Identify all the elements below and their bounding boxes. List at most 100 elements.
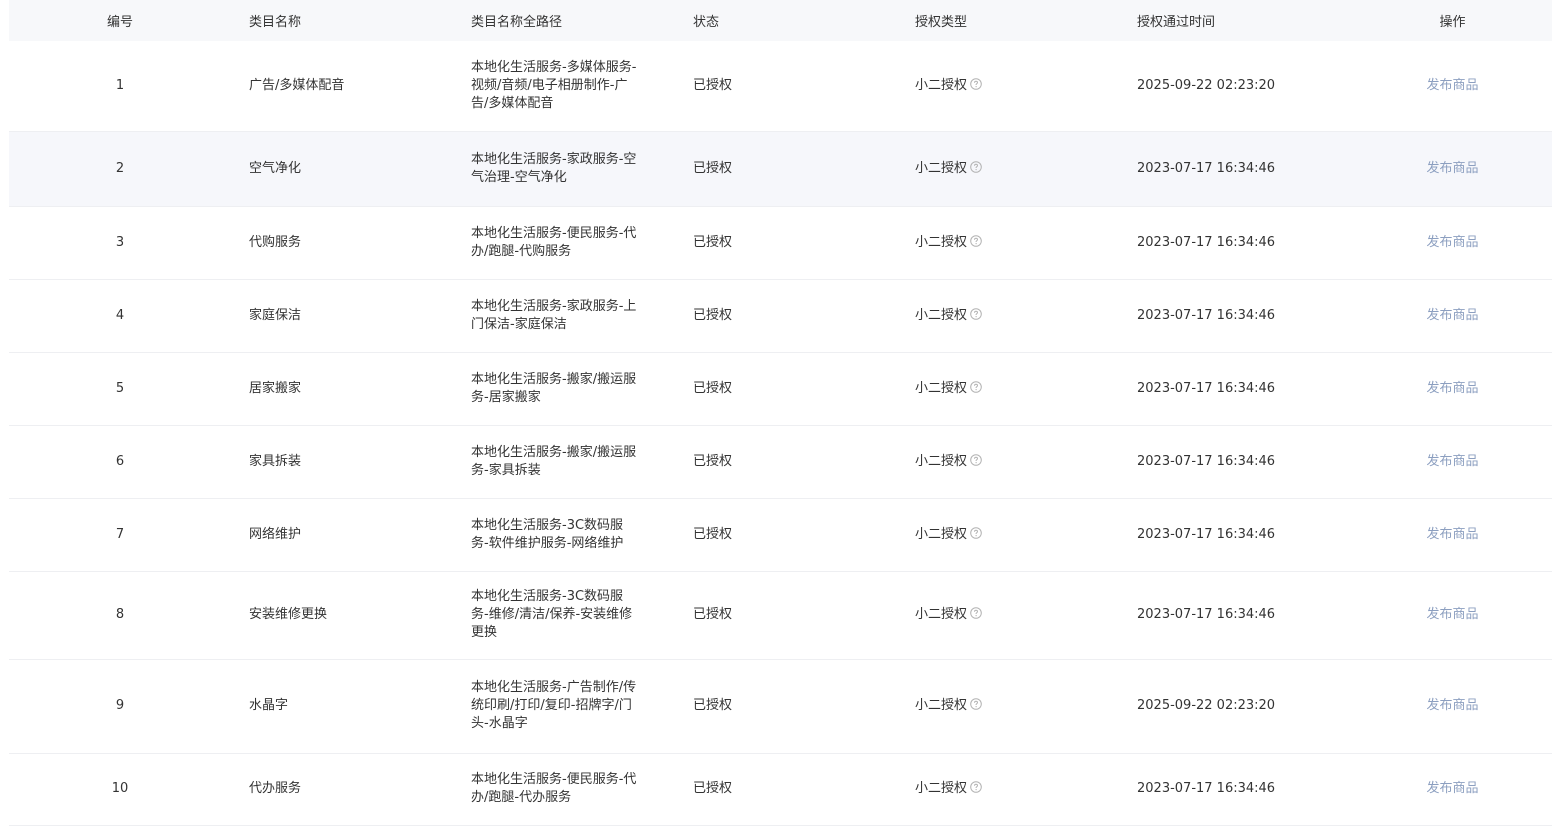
auth-type-cell: 小二授权 — [897, 571, 1119, 660]
question-circle-icon[interactable] — [970, 607, 982, 619]
auth-type: 小二授权 — [915, 307, 968, 323]
category-path: 本地化生活服务-便民服务-代办/跑腿-代购服务 — [471, 225, 637, 259]
table-row: 4 家庭保洁 本地化生活服务-家政服务-上门保洁-家庭保洁 已授权 小二授权 2023-0… — [9, 279, 1552, 353]
category-name-cell: 家庭保洁 — [231, 279, 453, 353]
category-name: 安装维修更换 — [249, 607, 328, 622]
publish-product-link[interactable]: 发布商品 — [1426, 381, 1478, 396]
category-name: 网络维护 — [249, 526, 302, 542]
status-text: 已授权 — [693, 781, 733, 796]
auth-type-cell: 小二授权 — [897, 753, 1119, 826]
question-circle-icon[interactable] — [970, 307, 982, 320]
auth-time: 2023-07-17 16:34:46 — [1137, 781, 1276, 796]
category-path-cell: 本地化生活服务-搬家/搬运服务-家具拆装 — [453, 425, 675, 499]
category-name: 家具拆装 — [249, 453, 302, 469]
auth-type: 小二授权 — [915, 607, 968, 622]
auth-time-cell: 2023-07-17 16:34:46 — [1119, 206, 1341, 280]
auth-type: 小二授权 — [915, 526, 968, 542]
question-circle-icon[interactable] — [970, 698, 982, 710]
row-id: 7 — [115, 526, 125, 542]
auth-time-cell: 2023-07-17 16:34:46 — [1119, 352, 1341, 426]
category-path-cell: 本地化生活服务-便民服务-代办/跑腿-代购服务 — [453, 206, 675, 280]
action-cell: 发布商品 — [1341, 571, 1552, 660]
auth-time-cell: 2025-09-22 02:23:20 — [1119, 41, 1341, 132]
action-cell: 发布商品 — [1341, 131, 1552, 207]
question-circle-icon[interactable] — [970, 160, 982, 173]
table-header-row: 编号 类目名称 类目名称全路径 状态 授权类型 授权通过时间 操作 — [9, 0, 1552, 41]
auth-time: 2025-09-22 02:23:20 — [1137, 77, 1276, 93]
status-text: 已授权 — [693, 526, 733, 542]
category-name-cell: 空气净化 — [231, 131, 453, 207]
category-path-cell: 本地化生活服务-多媒体服务-视频/音频/电子相册制作-广告/多媒体配音 — [453, 41, 675, 132]
auth-time-cell: 2023-07-17 16:34:46 — [1119, 571, 1341, 660]
question-circle-icon[interactable] — [970, 453, 982, 466]
auth-time-cell: 2025-09-22 02:23:20 — [1119, 659, 1341, 754]
row-id-cell: 8 — [9, 571, 231, 660]
publish-product-link[interactable]: 发布商品 — [1426, 454, 1478, 469]
publish-product-link[interactable]: 发布商品 — [1426, 78, 1478, 93]
action-cell: 发布商品 — [1341, 206, 1552, 280]
publish-product-link[interactable]: 发布商品 — [1426, 308, 1478, 323]
status-text-cell: 已授权 — [675, 498, 897, 572]
auth-type-cell: 小二授权 — [897, 498, 1119, 572]
publish-product-link[interactable]: 发布商品 — [1426, 235, 1478, 250]
table-header: 编号 类目名称 类目名称全路径 状态 授权类型 授权通过时间 操作 — [9, 0, 1552, 41]
table-row: 9 水晶字 本地化生活服务-广告制作/传统印刷/打印/复印-招牌字/门头-水晶字 已授… — [9, 659, 1552, 754]
auth-type: 小二授权 — [915, 380, 968, 396]
auth-time: 2023-07-17 16:34:46 — [1137, 307, 1276, 323]
auth-type: 小二授权 — [915, 234, 968, 250]
table-body: 1 广告/多媒体配音 本地化生活服务-多媒体服务-视频/音频/电子相册制作-广告/多… — [9, 41, 1552, 826]
row-id-cell: 10 — [9, 753, 231, 826]
table-row: 10 代办服务 本地化生活服务-便民服务-代办/跑腿-代办服务 已授权 小二授权 2023… — [9, 753, 1552, 826]
question-circle-icon[interactable] — [970, 380, 982, 393]
question-circle-icon[interactable] — [970, 781, 982, 793]
publish-product-link[interactable]: 发布商品 — [1426, 161, 1478, 176]
action-cell: 发布商品 — [1341, 352, 1552, 426]
status-text-cell: 已授权 — [675, 753, 897, 826]
auth-time: 2023-07-17 16:34:46 — [1137, 453, 1276, 469]
category-name-cell: 代办服务 — [231, 753, 453, 826]
question-circle-icon[interactable] — [970, 234, 982, 247]
auth-type-cell: 小二授权 — [897, 425, 1119, 499]
question-circle-icon[interactable] — [970, 526, 982, 539]
auth-type-cell: 小二授权 — [897, 41, 1119, 132]
action-cell: 发布商品 — [1341, 659, 1552, 754]
category-path: 本地化生活服务-搬家/搬运服务-居家搬家 — [471, 371, 637, 405]
category-path-cell: 本地化生活服务-家政服务-空气治理-空气净化 — [453, 131, 675, 207]
category-path: 本地化生活服务-便民服务-代办/跑腿-代办服务 — [471, 772, 637, 805]
row-id-cell: 2 — [9, 131, 231, 207]
table-row: 8 安装维修更换 本地化生活服务-3C数码服务-维修/清洁/保养-安装维修更换 已授权… — [9, 571, 1552, 660]
category-path-cell: 本地化生活服务-3C数码服务-软件维护服务-网络维护 — [453, 498, 675, 572]
status-text-cell: 已授权 — [675, 425, 897, 499]
row-id: 3 — [115, 234, 125, 250]
category-table-container: 编号 类目名称 类目名称全路径 状态 授权类型 授权通过时间 操作 1 广告/多媒… — [9, 0, 1552, 826]
status-text-cell: 已授权 — [675, 131, 897, 207]
header-id: 编号 — [9, 0, 231, 41]
action-cell: 发布商品 — [1341, 279, 1552, 353]
header-status: 状态 — [675, 0, 897, 41]
row-id-cell: 4 — [9, 279, 231, 353]
auth-type: 小二授权 — [915, 453, 968, 469]
status-text-cell: 已授权 — [675, 206, 897, 280]
table-row: 3 代购服务 本地化生活服务-便民服务-代办/跑腿-代购服务 已授权 小二授权 2023-… — [9, 206, 1552, 280]
publish-product-link[interactable]: 发布商品 — [1426, 607, 1478, 622]
publish-product-link[interactable]: 发布商品 — [1426, 527, 1478, 542]
category-name-cell: 水晶字 — [231, 659, 453, 754]
row-id-cell: 9 — [9, 659, 231, 754]
category-authorization-table: 编号 类目名称 类目名称全路径 状态 授权类型 授权通过时间 操作 1 广告/多媒… — [9, 0, 1552, 826]
category-path-cell: 本地化生活服务-搬家/搬运服务-居家搬家 — [453, 352, 675, 426]
publish-product-link[interactable]: 发布商品 — [1426, 698, 1478, 713]
status-text: 已授权 — [693, 453, 733, 469]
auth-time-cell: 2023-07-17 16:34:46 — [1119, 425, 1341, 499]
question-circle-icon[interactable] — [970, 77, 982, 90]
category-name: 家庭保洁 — [249, 307, 302, 323]
category-name-cell: 广告/多媒体配音 — [231, 41, 453, 132]
category-path-cell: 本地化生活服务-广告制作/传统印刷/打印/复印-招牌字/门头-水晶字 — [453, 659, 675, 754]
category-name-cell: 家具拆装 — [231, 425, 453, 499]
header-category-path: 类目名称全路径 — [453, 0, 675, 41]
status-text: 已授权 — [693, 77, 733, 93]
auth-type: 小二授权 — [915, 698, 968, 713]
row-id: 8 — [115, 607, 125, 622]
publish-product-link[interactable]: 发布商品 — [1426, 781, 1478, 796]
auth-type-cell: 小二授权 — [897, 659, 1119, 754]
category-name-cell: 安装维修更换 — [231, 571, 453, 660]
